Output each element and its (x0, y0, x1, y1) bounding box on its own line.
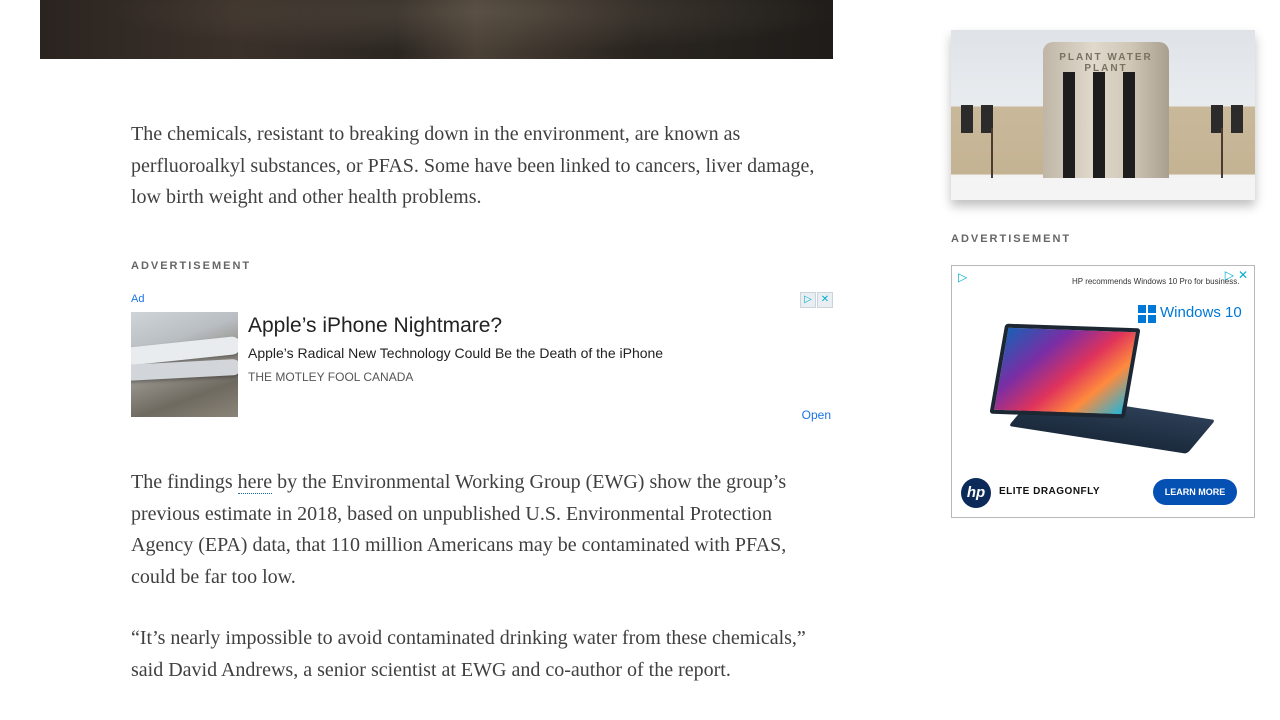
ad-thumbnail[interactable] (131, 312, 238, 417)
ad-choices-icon[interactable]: ▷ (800, 292, 816, 308)
ad-description[interactable]: Apple’s Radical New Technology Could Be … (248, 345, 663, 361)
tree (1221, 128, 1223, 178)
snow-ground (951, 178, 1255, 200)
article-paragraph-3: “It’s nearly impossible to avoid contami… (131, 627, 806, 681)
building-column (1123, 72, 1135, 180)
building-rotunda: PLANT WATER PLANT (1043, 42, 1169, 182)
ad-source: THE MOTLEY FOOL CANADA (248, 370, 414, 384)
learn-more-button[interactable]: LEARN MORE (1153, 479, 1237, 505)
windows-logo-icon (1138, 305, 1156, 323)
article-paragraph-2: The findings here by the Environmental W… (131, 467, 831, 593)
hp-logo-icon: hp (961, 478, 991, 508)
building-column (1063, 72, 1075, 180)
close-icon[interactable]: ✕ (817, 292, 833, 308)
building-window (961, 105, 973, 133)
ad-badge: Ad (131, 293, 145, 305)
ad-title[interactable]: Apple’s iPhone Nightmare? (248, 314, 502, 338)
ad-choices[interactable]: ▷ ✕ (800, 292, 833, 308)
windows-label: Windows 10 (1160, 304, 1242, 321)
building-sign: PLANT WATER PLANT (1059, 52, 1153, 74)
advertisement-label: ADVERTISEMENT (131, 260, 252, 272)
article-hero-image (40, 0, 833, 59)
ad-choices-icon[interactable]: ▷ (1225, 268, 1234, 282)
close-icon[interactable]: ✕ (1238, 268, 1248, 282)
hp-product-name: ELITE DRAGONFLY (999, 486, 1101, 497)
ad-choices-icon[interactable]: ▷ (958, 270, 967, 284)
laptop-screen-image (989, 323, 1141, 419)
native-ad[interactable]: Ad ▷ ✕ Apple’s iPhone Nightmare? Apple’s… (131, 290, 833, 430)
tree (991, 128, 993, 178)
ad-top-note: HP recommends Windows 10 Pro for busines… (1072, 277, 1240, 286)
advertisement-label: ADVERTISEMENT (951, 233, 1072, 245)
findings-link[interactable]: here (237, 471, 273, 494)
article-paragraph-1: The chemicals, resistant to breaking dow… (131, 123, 815, 208)
ad-open-link[interactable]: Open (802, 408, 831, 422)
sidebar-related-photo[interactable]: PLANT WATER PLANT (951, 30, 1255, 200)
paragraph-text: The findings (131, 471, 238, 493)
building-column (1093, 72, 1105, 180)
building-window (1231, 105, 1243, 133)
sidebar-display-ad[interactable]: ▷ HP recommends Windows 10 Pro for busin… (951, 265, 1255, 518)
